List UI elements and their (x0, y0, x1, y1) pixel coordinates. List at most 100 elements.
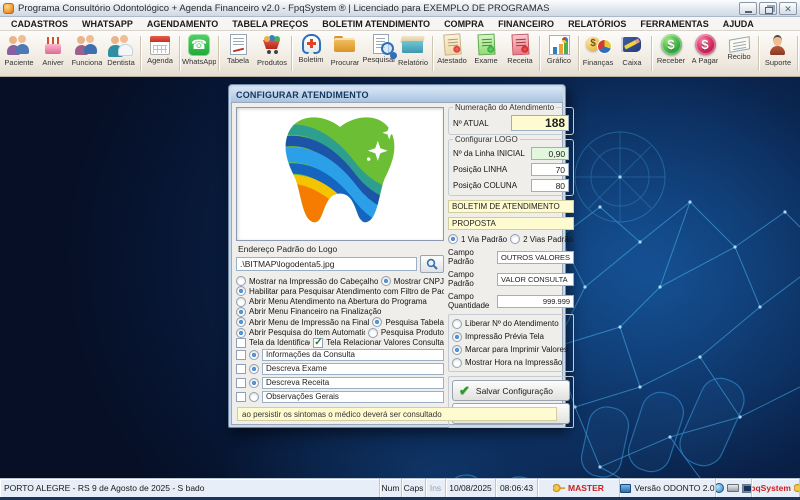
option-label: Abrir Menu Atendimento na Abertura do Pr… (249, 297, 444, 306)
line-initial-field[interactable]: 0,90 (531, 147, 569, 160)
consult-radio[interactable] (249, 364, 259, 374)
footer-note-field[interactable]: ao persistir os sintomas o médico deverá… (237, 407, 557, 421)
menu-item[interactable]: WHATSAPP (75, 17, 140, 30)
browse-logo-button[interactable] (420, 255, 444, 273)
radio-pesquisa-tabela[interactable] (372, 317, 382, 327)
toolbar-button-label: Caixa (622, 58, 641, 67)
doc-magnifier-icon (373, 34, 389, 54)
globe-icon[interactable] (716, 483, 724, 493)
consult-checkbox[interactable] (236, 378, 246, 388)
status-brand-text: FpqSystem (752, 483, 791, 493)
toolbar-button[interactable]: Pesquisar (362, 32, 396, 75)
staff-icon (74, 33, 100, 57)
consult-field[interactable]: Informações da Consulta (262, 349, 444, 361)
campo3-field[interactable]: 999.999 (497, 295, 574, 308)
toolbar-button[interactable]: Exame (469, 32, 503, 75)
status-version: Versão ODONTO 2.0 (620, 479, 716, 497)
title-bar: Programa Consultório Odontológico + Agen… (0, 0, 800, 17)
status-location: PORTO ALEGRE - RS 9 de Agosto de 2025 - … (0, 479, 380, 497)
radio-mostrar-celular[interactable] (236, 276, 246, 286)
toolbar-button[interactable]: Atestado (435, 32, 469, 75)
radio-mostrar-cnpj[interactable] (381, 276, 391, 286)
consult-radio[interactable] (249, 350, 259, 360)
radio-abrir-menu-financeiro[interactable] (236, 307, 246, 317)
consult-checkbox[interactable] (236, 364, 246, 374)
toolbar-button[interactable]: Receita (503, 32, 537, 75)
consult-radio[interactable] (249, 378, 259, 388)
status-date: 10/08/2025 (446, 479, 496, 497)
campo2-field[interactable]: VALOR CONSULTA (497, 273, 574, 286)
checkbox-tela-identificacao[interactable] (236, 338, 246, 348)
pos-line-field[interactable]: 70 (531, 163, 569, 176)
radio-1-via[interactable] (448, 234, 458, 244)
toolbar-button-label: Aniver (42, 58, 63, 67)
toolbar-button[interactable]: Suporte (761, 32, 795, 75)
radio-abrir-menu-atendimento[interactable] (236, 297, 246, 307)
restore-button[interactable] (759, 2, 777, 15)
menu-item[interactable]: TABELA PREÇOS (225, 17, 315, 30)
toolbar-button[interactable]: Paciente (2, 32, 36, 75)
consult-field[interactable]: Observações Gerais (262, 391, 444, 403)
menu-item[interactable]: AGENDAMENTO (140, 17, 225, 30)
radio-abrir-menu-impressao[interactable] (236, 317, 246, 327)
print-option-radio[interactable] (452, 345, 462, 355)
status-caps: Caps (402, 479, 426, 497)
pos-col-field[interactable]: 80 (531, 179, 569, 192)
checkbox-tela-relacionar-valores[interactable] (313, 338, 323, 348)
toolbar-button[interactable]: WhatsApp (182, 32, 216, 75)
menu-item[interactable]: FINANCEIRO (491, 17, 561, 30)
via2-label: 2 Vias Padrão (523, 235, 573, 244)
close-button[interactable] (779, 2, 797, 15)
toolbar-button[interactable]: A Pagar (688, 32, 722, 75)
printer-icon[interactable] (727, 484, 739, 492)
print-option-radio[interactable] (452, 358, 462, 368)
menu-item[interactable]: BOLETIM ATENDIMENTO (315, 17, 437, 30)
print-option-radio[interactable] (452, 319, 462, 329)
menu-item[interactable]: COMPRA (437, 17, 491, 30)
campo3-label: Campo Quantidade (448, 292, 494, 310)
toolbar-button[interactable]: Relatório (396, 32, 430, 75)
menu-item[interactable]: RELATÓRIOS (561, 17, 633, 30)
save-config-button[interactable]: Salvar Configuração (452, 380, 570, 401)
toolbar-button[interactable]: Dentista (104, 32, 138, 75)
consult-radio[interactable] (249, 392, 259, 402)
folder-search-icon (332, 33, 358, 57)
radio-pesquisa-produto[interactable] (368, 328, 378, 338)
logo-address-input[interactable] (236, 257, 417, 271)
menu-item[interactable]: CADASTROS (4, 17, 75, 30)
monitor-icon[interactable] (742, 484, 753, 493)
toolbar-button[interactable]: Boletim (294, 32, 328, 75)
radio-habilitar-pesquisa-filtro[interactable] (236, 286, 246, 296)
toolbar-button[interactable]: Agenda (143, 32, 177, 75)
dialog-title[interactable]: CONFIGURAR ATENDIMENTO (231, 87, 563, 102)
consult-field[interactable]: Descreva Exame (262, 363, 444, 375)
toolbar-button[interactable]: Procurar (328, 32, 362, 75)
toolbar-button[interactable]: Produtos (255, 32, 289, 75)
atual-value-field[interactable]: 188 (511, 115, 569, 131)
toolbar-button[interactable]: Receber (654, 32, 688, 75)
menu-bar: CADASTROS WHATSAPP AGENDAMENTO TABELA PR… (0, 17, 800, 31)
status-brand: FpqSystem (752, 479, 800, 497)
toolbar-button[interactable]: Gráfico (542, 32, 576, 75)
save-config-label: Salvar Configuração (476, 386, 553, 396)
toolbar-button[interactable]: Caixa (615, 32, 649, 75)
toolbar-button[interactable]: Recibo (722, 32, 756, 75)
whatsapp-icon (188, 34, 210, 56)
menu-item[interactable]: AJUDA (716, 17, 761, 30)
menu-item[interactable]: FERRAMENTAS (633, 17, 715, 30)
radio-2-vias[interactable] (510, 234, 520, 244)
print-option-row: Mostrar Hora na Impressão (452, 357, 570, 368)
window-title: Programa Consultório Odontológico + Agen… (18, 3, 735, 14)
toolbar-button-label: Pesquisar (362, 55, 395, 64)
toolbar-button[interactable]: Funciona (70, 32, 104, 75)
consult-checkbox[interactable] (236, 392, 246, 402)
minimize-button[interactable] (739, 2, 757, 15)
consult-field[interactable]: Descreva Receita (262, 377, 444, 389)
toolbar-button[interactable]: Tabela (221, 32, 255, 75)
campo1-field[interactable]: OUTROS VALORES (497, 251, 574, 264)
consult-checkbox[interactable] (236, 350, 246, 360)
toolbar-button[interactable]: Aniver (36, 32, 70, 75)
radio-abrir-pesquisa-item[interactable] (236, 328, 246, 338)
toolbar-button[interactable]: Finanças (581, 32, 615, 75)
print-option-radio[interactable] (452, 332, 462, 342)
